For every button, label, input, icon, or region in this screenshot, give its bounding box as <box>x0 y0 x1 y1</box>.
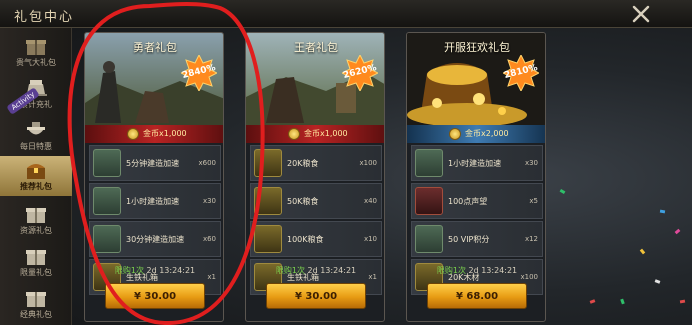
sidebar-item-label: 资源礼包 <box>20 226 52 235</box>
hammer-icon <box>93 225 121 253</box>
item-name: 100点声望 <box>448 197 488 206</box>
hammer-icon <box>93 187 121 215</box>
buy-button[interactable]: ¥ 30.00 <box>105 283 205 309</box>
treasure-chest-icon <box>27 164 45 179</box>
confetti <box>620 298 625 305</box>
confetti <box>679 299 686 304</box>
sidebar-item-label: 推荐礼包 <box>20 182 52 191</box>
buy-button[interactable]: ¥ 68.00 <box>427 283 527 309</box>
gold-coin-icon <box>449 128 461 140</box>
item-name: 30分钟建造加速 <box>126 235 185 244</box>
item-name: 100K粮食 <box>287 235 324 244</box>
purchase-limit: 限购1次 2d 13:24:21 <box>246 265 384 276</box>
sidebar-item-label: 限量礼包 <box>20 268 52 277</box>
grain-icon <box>254 225 282 253</box>
sidebar-item-classic-pack[interactable]: 经典礼包 <box>0 284 72 324</box>
hammer-icon <box>415 149 443 177</box>
crown-icon <box>415 187 443 215</box>
coin-ribbon: 金币x2,000 <box>407 125 545 143</box>
item-qty: x100 <box>359 159 377 167</box>
hammer-icon <box>93 149 121 177</box>
gift-box-icon <box>26 250 46 265</box>
pot-icon <box>27 122 45 135</box>
discount-badge: 2810% <box>501 53 541 93</box>
page-title: 礼包中心 <box>14 10 75 25</box>
gift-card-king-pack: 王者礼包 2620% 金币x1,000 20K粮食 x100 50K粮食 x40 1… <box>245 32 385 322</box>
item-name: 1小时建造加速 <box>448 159 502 168</box>
sidebar-item-limited-pack[interactable]: 限量礼包 <box>0 242 72 282</box>
coin-ribbon: 金币x1,000 <box>246 125 384 143</box>
item-qty: x30 <box>524 159 538 167</box>
confetti <box>659 209 666 214</box>
sidebar-item-recommended[interactable]: 推荐礼包 <box>0 156 72 196</box>
gold-coin-icon <box>127 128 139 140</box>
card-title: 勇者礼包 <box>133 41 177 54</box>
limit-text: 限购1次 <box>114 266 144 275</box>
list-item: 30分钟建造加速 x60 <box>89 221 221 257</box>
top-bar: 礼包中心 <box>0 0 692 28</box>
sidebar-item-resource-pack[interactable]: 资源礼包 <box>0 200 72 240</box>
list-item: 100K粮食 x10 <box>250 221 382 257</box>
list-item: 1小时建造加速 x30 <box>411 145 543 181</box>
discount-badge: 2620% <box>340 53 380 93</box>
grain-icon <box>254 187 282 215</box>
discount-badge: 2840% <box>179 53 219 93</box>
confetti <box>674 228 681 235</box>
gift-card-opening-festival-pack: 开服狂欢礼包 2810% 金币x2,000 1小时建造加速 x30 100点声望 x… <box>406 32 546 322</box>
confetti <box>639 248 646 255</box>
card-title: 王者礼包 <box>294 41 338 54</box>
gift-center-screen: 礼包中心 贵气大礼包 累计充礼 每日特惠 推荐礼包 资源礼包 限量礼包 经典礼包… <box>0 0 692 325</box>
list-item: 20K粮食 x100 <box>250 145 382 181</box>
countdown-timer: 2d 13:24:21 <box>307 266 357 275</box>
gift-card-hero-pack: 勇者礼包 2840% 金币x1,000 5分钟建造加速 x600 1小时建造加速 x… <box>84 32 224 322</box>
gold-coin-icon <box>288 128 300 140</box>
card-title: 开服狂欢礼包 <box>444 41 510 54</box>
purchase-limit: 限购1次 2d 13:24:21 <box>85 265 223 276</box>
gift-box-icon <box>26 40 46 55</box>
countdown-timer: 2d 13:24:21 <box>468 266 518 275</box>
item-name: 20K粮食 <box>287 159 319 168</box>
confetti <box>589 299 596 304</box>
list-item: 100点声望 x5 <box>411 183 543 219</box>
countdown-timer: 2d 13:24:21 <box>146 266 196 275</box>
item-qty: x12 <box>524 235 538 243</box>
list-item: 50K粮食 x40 <box>250 183 382 219</box>
sidebar-item-label: 每日特惠 <box>20 142 52 151</box>
item-name: 50 VIP积分 <box>448 235 490 244</box>
gift-box-icon <box>26 208 46 223</box>
item-qty: x60 <box>202 235 216 243</box>
confetti <box>559 188 566 195</box>
grain-icon <box>254 149 282 177</box>
coin-amount: 金币x1,000 <box>304 129 348 138</box>
coin-ribbon: 金币x1,000 <box>85 125 223 143</box>
item-name: 50K粮食 <box>287 197 319 206</box>
list-item: 5分钟建造加速 x600 <box>89 145 221 181</box>
sidebar-item-label: 经典礼包 <box>20 310 52 319</box>
sidebar-item-daily-deals[interactable]: 每日特惠 <box>0 116 72 156</box>
item-qty: x30 <box>202 197 216 205</box>
item-qty: x600 <box>198 159 216 167</box>
sidebar-item-label: 贵气大礼包 <box>16 58 56 67</box>
confetti <box>654 279 661 284</box>
item-name: 1小时建造加速 <box>126 197 180 206</box>
purchase-limit: 限购1次 2d 13:24:21 <box>407 265 545 276</box>
limit-text: 限购1次 <box>436 266 466 275</box>
item-qty: x5 <box>529 197 538 205</box>
item-name: 5分钟建造加速 <box>126 159 180 168</box>
coin-amount: 金币x1,000 <box>143 129 187 138</box>
gift-box-icon <box>26 292 46 307</box>
item-qty: x40 <box>363 197 377 205</box>
list-item: 1小时建造加速 x30 <box>89 183 221 219</box>
vip-icon <box>415 225 443 253</box>
sidebar-item-premium-pack[interactable]: 贵气大礼包 <box>0 32 72 72</box>
close-icon[interactable] <box>630 3 652 25</box>
list-item: 50 VIP积分 x12 <box>411 221 543 257</box>
sidebar: 贵气大礼包 累计充礼 每日特惠 推荐礼包 资源礼包 限量礼包 经典礼包 Acti… <box>0 28 72 325</box>
item-qty: x10 <box>363 235 377 243</box>
buy-button[interactable]: ¥ 30.00 <box>266 283 366 309</box>
limit-text: 限购1次 <box>275 266 305 275</box>
coin-amount: 金币x2,000 <box>465 129 509 138</box>
